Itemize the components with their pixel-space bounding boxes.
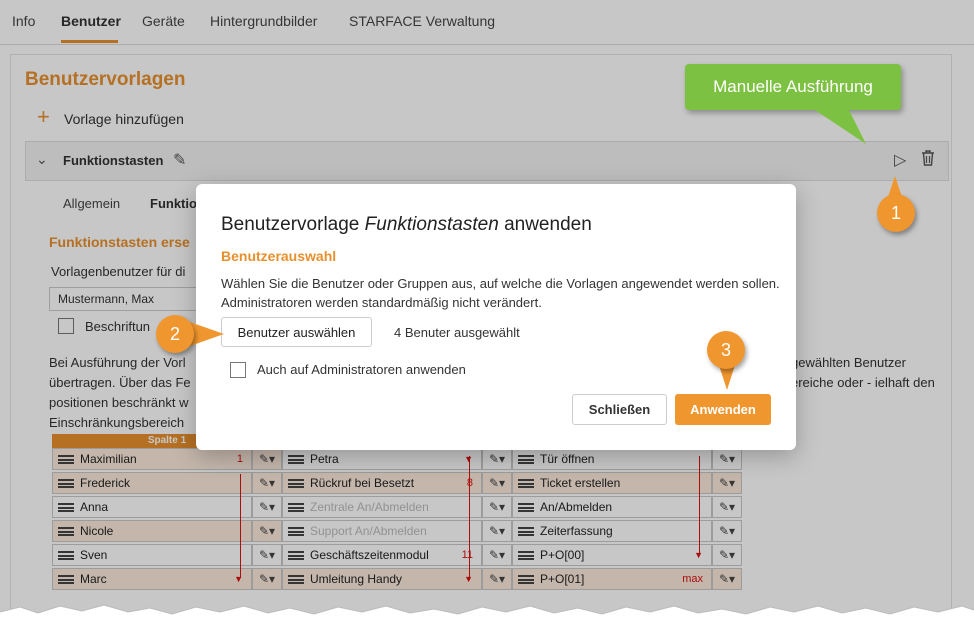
manual-execution-callout: Manuelle Ausführung — [685, 64, 901, 110]
step-1-badge: 1 — [877, 194, 915, 232]
selected-users-count: 4 Benuter ausgewählt — [394, 325, 520, 340]
step-3-badge: 3 — [707, 331, 745, 369]
close-button[interactable]: Schließen — [572, 394, 667, 425]
dialog-title-template: Funktionstasten — [364, 214, 499, 235]
select-users-button[interactable]: Benutzer auswählen — [221, 317, 372, 347]
dialog-title-suffix: anwenden — [498, 214, 592, 235]
apply-button[interactable]: Anwenden — [675, 394, 771, 425]
step-2-badge: 2 — [156, 315, 194, 353]
dialog-description: Wählen Sie die Benutzer oder Gruppen aus… — [221, 276, 780, 310]
torn-edge-decoration — [0, 604, 974, 628]
apply-template-dialog: Benutzervorlage Funktionstasten anwenden… — [196, 184, 796, 450]
dialog-title: Benutzervorlage Funktionstasten anwenden — [221, 214, 592, 236]
dialog-title-prefix: Benutzervorlage — [221, 214, 365, 235]
apply-to-admins-checkbox[interactable] — [230, 362, 246, 378]
callout-pointer — [812, 108, 866, 144]
dialog-subtitle: Benutzerauswahl — [221, 248, 337, 264]
apply-to-admins-label: Auch auf Administratoren anwenden — [257, 362, 466, 377]
